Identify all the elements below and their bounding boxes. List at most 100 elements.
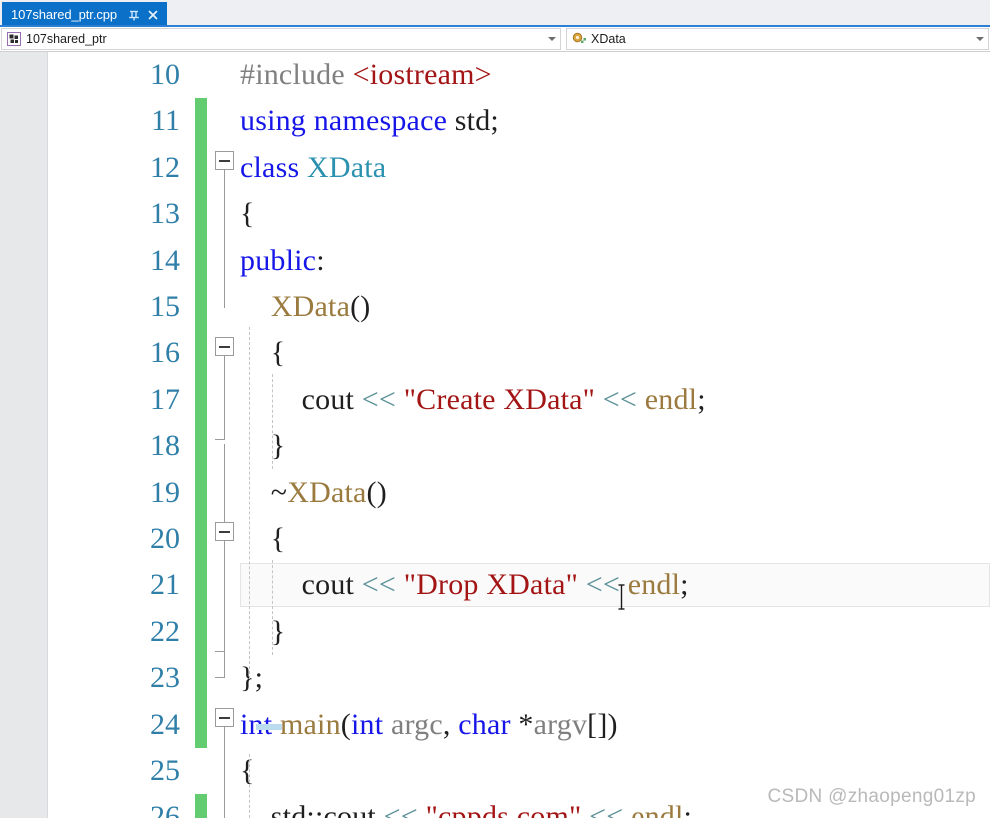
code-token: endl [627, 568, 681, 602]
code-line[interactable]: 12 class XData [0, 144, 990, 192]
code-line-text[interactable]: class XData [240, 145, 386, 191]
line-number: 10 [150, 58, 180, 91]
code-token: { [240, 522, 286, 555]
project-scope-dropdown[interactable]: 107shared_ptr [1, 28, 561, 50]
document-tab-107shared-ptr-cpp[interactable]: 107shared_ptr.cpp [2, 2, 167, 27]
code-line[interactable]: 24 int main(int argc, char *argv[]) [0, 701, 990, 748]
code-token: << [602, 382, 638, 416]
code-token: << [589, 800, 624, 818]
line-number: 11 [151, 104, 180, 138]
code-token: ( [340, 707, 351, 741]
class-scope-value: XData [591, 32, 626, 46]
line-number: 20 [150, 522, 180, 555]
change-indicator-bar [195, 237, 207, 284]
code-line-text[interactable]: cout << "Drop XData" << endl; [240, 562, 689, 608]
code-line[interactable]: 11 using namespace std; [0, 98, 990, 145]
change-indicator-bar [195, 469, 207, 516]
code-token: : [316, 243, 325, 277]
line-number: 19 [150, 475, 180, 509]
fold-toggle-dtor[interactable] [215, 522, 234, 541]
change-indicator-bar [195, 144, 207, 192]
code-token: std::cout [240, 800, 384, 818]
code-line[interactable]: 18 } [0, 423, 990, 470]
code-line[interactable]: 20 { [0, 516, 990, 563]
code-token: class [240, 150, 308, 184]
code-token: XData [287, 475, 367, 509]
change-indicator-bar [195, 794, 207, 818]
code-token: { [240, 754, 255, 787]
code-token: XData [307, 150, 387, 184]
chevron-down-icon[interactable] [548, 37, 556, 41]
code-token: , [442, 707, 459, 741]
code-line-text[interactable]: { [240, 516, 285, 562]
code-editor-surface[interactable]: 10 #include <iostream> 11 using namespace s… [0, 52, 990, 818]
code-token: ; [683, 800, 693, 818]
code-token: cout [240, 382, 362, 416]
code-token: ; [490, 104, 499, 138]
code-line-text[interactable]: }; [240, 655, 263, 701]
code-token: << [585, 568, 621, 602]
code-line-text[interactable]: #include <iostream> [240, 52, 492, 98]
line-number: 24 [150, 707, 180, 741]
code-line-text[interactable]: } [240, 423, 285, 469]
code-line-text[interactable]: using namespace std; [240, 98, 499, 144]
code-line-text[interactable]: XData() [240, 284, 371, 330]
change-indicator-bar [195, 516, 207, 563]
fold-toggle-main[interactable] [215, 708, 234, 727]
close-icon[interactable] [145, 6, 161, 24]
code-line[interactable]: 10 #include <iostream> [0, 52, 990, 98]
code-token: << [383, 800, 418, 818]
code-line[interactable]: 23}; [0, 655, 990, 702]
class-icon [571, 31, 587, 47]
change-indicator-bar [195, 655, 207, 702]
code-token: ; [680, 568, 689, 602]
code-token: XData [270, 290, 351, 323]
code-line-text[interactable]: ~XData() [240, 470, 387, 516]
code-token: argc [390, 707, 443, 741]
fold-toggle-ctor[interactable] [215, 337, 234, 356]
code-token: "Create XData" [403, 382, 596, 416]
code-token: () [350, 290, 371, 323]
code-token: ; [697, 382, 706, 416]
code-token: << [361, 382, 397, 416]
line-number: 18 [150, 429, 180, 463]
class-scope-dropdown[interactable]: XData [566, 28, 989, 50]
code-line[interactable]: 19 ~XData() [0, 469, 990, 516]
code-line-text[interactable]: { [240, 191, 255, 237]
line-number: 14 [150, 243, 180, 277]
code-line[interactable]: 14 public: [0, 237, 990, 284]
code-line[interactable]: 16 { [0, 330, 990, 377]
code-line[interactable]: 13 { [0, 191, 990, 238]
code-token: { [240, 197, 255, 231]
change-indicator-bar [195, 562, 207, 609]
fold-toggle-class-xdata[interactable] [215, 151, 234, 170]
code-token: std [454, 104, 491, 138]
code-line-text[interactable]: std::cout << "cppds.com" << endl; [240, 794, 692, 818]
line-number: 12 [150, 150, 180, 184]
code-line-text[interactable]: { [240, 330, 285, 376]
code-line-text[interactable]: cout << "Create XData" << endl; [240, 377, 706, 423]
code-line[interactable]: 22 } [0, 608, 990, 656]
change-indicator-bar [195, 330, 207, 377]
code-token: "Drop XData" [403, 568, 579, 602]
code-token: int [240, 707, 280, 741]
code-line-text[interactable]: { [240, 748, 255, 794]
code-line[interactable]: 17 cout << "Create XData" << endl; [0, 376, 990, 424]
code-line-text[interactable]: } [240, 609, 285, 655]
change-indicator-bar [195, 701, 207, 748]
code-line[interactable]: 15 XData() [0, 284, 990, 331]
code-line-text[interactable]: public: [240, 238, 325, 284]
change-indicator-bar [195, 423, 207, 470]
code-token: #include [240, 58, 353, 91]
code-line-text[interactable]: int main(int argc, char *argv[]) [240, 702, 618, 748]
pin-icon[interactable] [126, 6, 142, 24]
code-token: ~ [240, 475, 288, 509]
code-line[interactable]: 21 cout << "Drop XData" << endl; [0, 562, 990, 609]
code-token: } [240, 614, 286, 648]
chevron-down-icon[interactable] [976, 37, 984, 41]
change-indicator-bar [195, 191, 207, 238]
